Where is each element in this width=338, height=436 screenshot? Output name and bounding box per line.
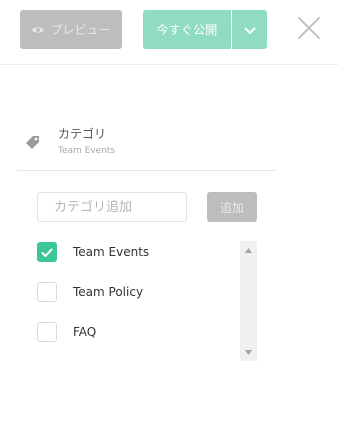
tag-icon <box>25 134 41 150</box>
selected-category-summary: Team Events <box>58 146 116 156</box>
add-category-button[interactable]: 追加 <box>207 192 257 222</box>
add-category-input[interactable] <box>37 192 187 222</box>
category-list-item[interactable]: Team Events <box>37 242 227 262</box>
scroll-down-arrow-icon[interactable] <box>240 346 257 358</box>
publish-now-button[interactable]: 今すぐ公開 <box>143 10 231 49</box>
publish-label: 今すぐ公開 <box>156 23 218 37</box>
section-divider <box>17 170 276 171</box>
checkmark-icon <box>41 243 53 262</box>
category-item-label: FAQ <box>73 325 97 339</box>
eye-icon <box>31 25 45 35</box>
category-section-title: カテゴリ <box>58 127 107 141</box>
publish-options-button[interactable] <box>232 10 267 49</box>
category-checkbox[interactable] <box>37 282 57 302</box>
category-checkbox-checked[interactable] <box>37 242 57 262</box>
add-button-label: 追加 <box>219 200 244 215</box>
category-item-label: Team Events <box>73 245 150 259</box>
category-list-item[interactable]: FAQ <box>37 322 227 342</box>
preview-label: プレビュー <box>50 23 111 37</box>
chevron-down-icon <box>244 20 256 39</box>
category-checkbox[interactable] <box>37 322 57 342</box>
post-settings-panel: プレビュー 今すぐ公開 カテゴリ Team Events カテゴリ追加 追加 T… <box>0 0 338 436</box>
category-list-item[interactable]: Team Policy <box>37 282 227 302</box>
preview-button[interactable]: プレビュー <box>20 10 122 49</box>
scroll-up-arrow-icon[interactable] <box>240 244 257 256</box>
close-button[interactable] <box>296 17 322 43</box>
category-list-scrollbar[interactable] <box>240 241 257 361</box>
category-item-label: Team Policy <box>73 285 144 299</box>
close-icon <box>297 16 321 44</box>
top-toolbar: プレビュー 今すぐ公開 <box>0 0 338 65</box>
